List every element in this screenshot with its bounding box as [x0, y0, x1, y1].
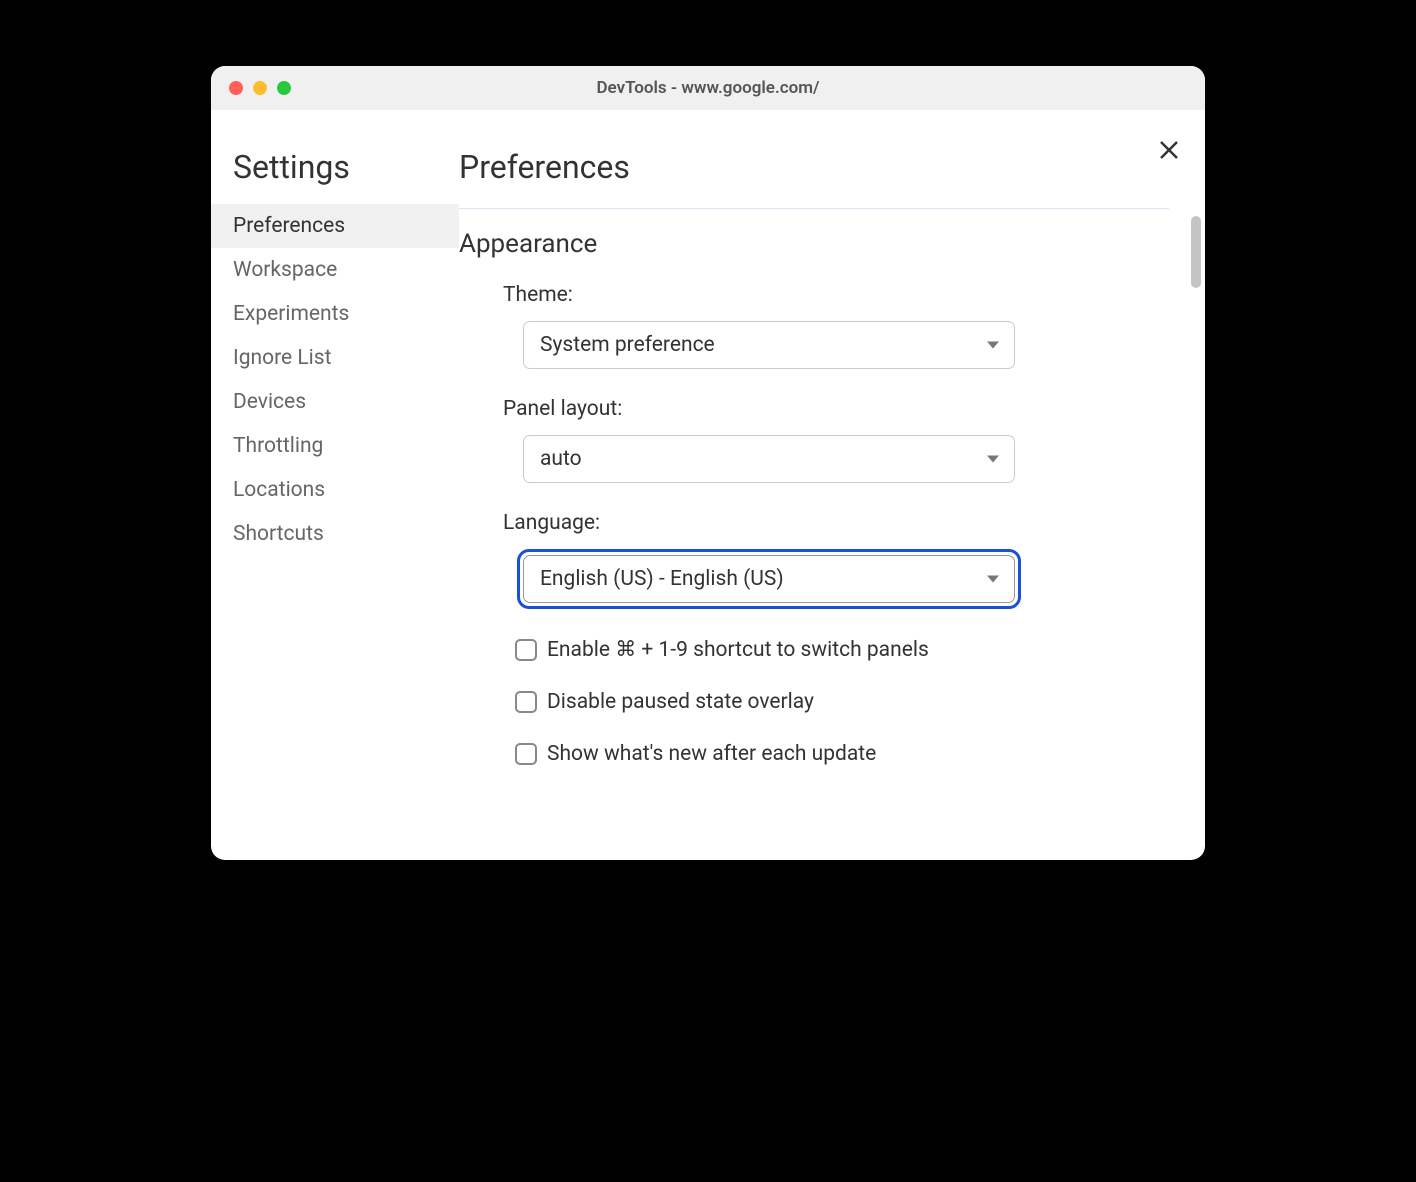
window-minimize-button[interactable]: [253, 81, 267, 95]
language-field: Language: English (US) - English (US): [459, 511, 1169, 609]
sidebar-item-label: Workspace: [233, 258, 337, 282]
theme-select-wrap: System preference: [523, 321, 1015, 369]
show-whatsnew-checkbox[interactable]: [515, 743, 537, 765]
checkbox-row-shortcut: Enable ⌘ + 1-9 shortcut to switch panels: [459, 637, 1169, 662]
window-maximize-button[interactable]: [277, 81, 291, 95]
titlebar: DevTools - www.google.com/: [211, 66, 1205, 110]
disable-overlay-checkbox[interactable]: [515, 691, 537, 713]
sidebar-item-label: Experiments: [233, 302, 349, 326]
theme-select[interactable]: System preference: [523, 321, 1015, 369]
checkbox-label[interactable]: Disable paused state overlay: [547, 690, 814, 714]
scrollbar-thumb[interactable]: [1191, 216, 1201, 288]
sidebar-item-preferences[interactable]: Preferences: [211, 204, 459, 248]
sidebar-item-label: Locations: [233, 478, 325, 502]
sidebar: Settings Preferences Workspace Experimen…: [211, 110, 459, 860]
theme-field: Theme: System preference: [459, 283, 1169, 369]
checkbox-row-overlay: Disable paused state overlay: [459, 690, 1169, 714]
sidebar-item-label: Devices: [233, 390, 306, 414]
sidebar-item-label: Ignore List: [233, 346, 331, 370]
sidebar-item-devices[interactable]: Devices: [211, 380, 459, 424]
main-panel: Preferences Appearance Theme: System pre…: [459, 110, 1205, 860]
devtools-window: DevTools - www.google.com/ Settings Pref…: [211, 66, 1205, 860]
panel-layout-label: Panel layout:: [503, 397, 1169, 421]
sidebar-item-label: Shortcuts: [233, 522, 324, 546]
close-settings-button[interactable]: [1157, 138, 1181, 162]
checkbox-row-whatsnew: Show what's new after each update: [459, 742, 1169, 766]
sidebar-item-workspace[interactable]: Workspace: [211, 248, 459, 292]
sidebar-item-locations[interactable]: Locations: [211, 468, 459, 512]
sidebar-title: Settings: [211, 148, 459, 204]
window-close-button[interactable]: [229, 81, 243, 95]
panel-layout-select-wrap: auto: [523, 435, 1015, 483]
panel-layout-select[interactable]: auto: [523, 435, 1015, 483]
language-select-wrap: English (US) - English (US): [517, 549, 1021, 609]
close-icon: [1157, 138, 1181, 162]
checkbox-label[interactable]: Show what's new after each update: [547, 742, 876, 766]
traffic-lights: [211, 81, 291, 95]
section-title: Appearance: [459, 229, 1169, 259]
sidebar-item-experiments[interactable]: Experiments: [211, 292, 459, 336]
page-title: Preferences: [459, 148, 1169, 209]
language-select[interactable]: English (US) - English (US): [523, 555, 1015, 603]
sidebar-item-label: Throttling: [233, 434, 323, 458]
sidebar-item-label: Preferences: [233, 214, 345, 238]
theme-label: Theme:: [503, 283, 1169, 307]
window-title: DevTools - www.google.com/: [211, 78, 1205, 98]
panel-layout-field: Panel layout: auto: [459, 397, 1169, 483]
enable-shortcut-checkbox[interactable]: [515, 639, 537, 661]
content: Settings Preferences Workspace Experimen…: [211, 110, 1205, 860]
sidebar-item-shortcuts[interactable]: Shortcuts: [211, 512, 459, 556]
language-label: Language:: [503, 511, 1169, 535]
sidebar-item-ignore-list[interactable]: Ignore List: [211, 336, 459, 380]
sidebar-item-throttling[interactable]: Throttling: [211, 424, 459, 468]
checkbox-label[interactable]: Enable ⌘ + 1-9 shortcut to switch panels: [547, 637, 929, 662]
